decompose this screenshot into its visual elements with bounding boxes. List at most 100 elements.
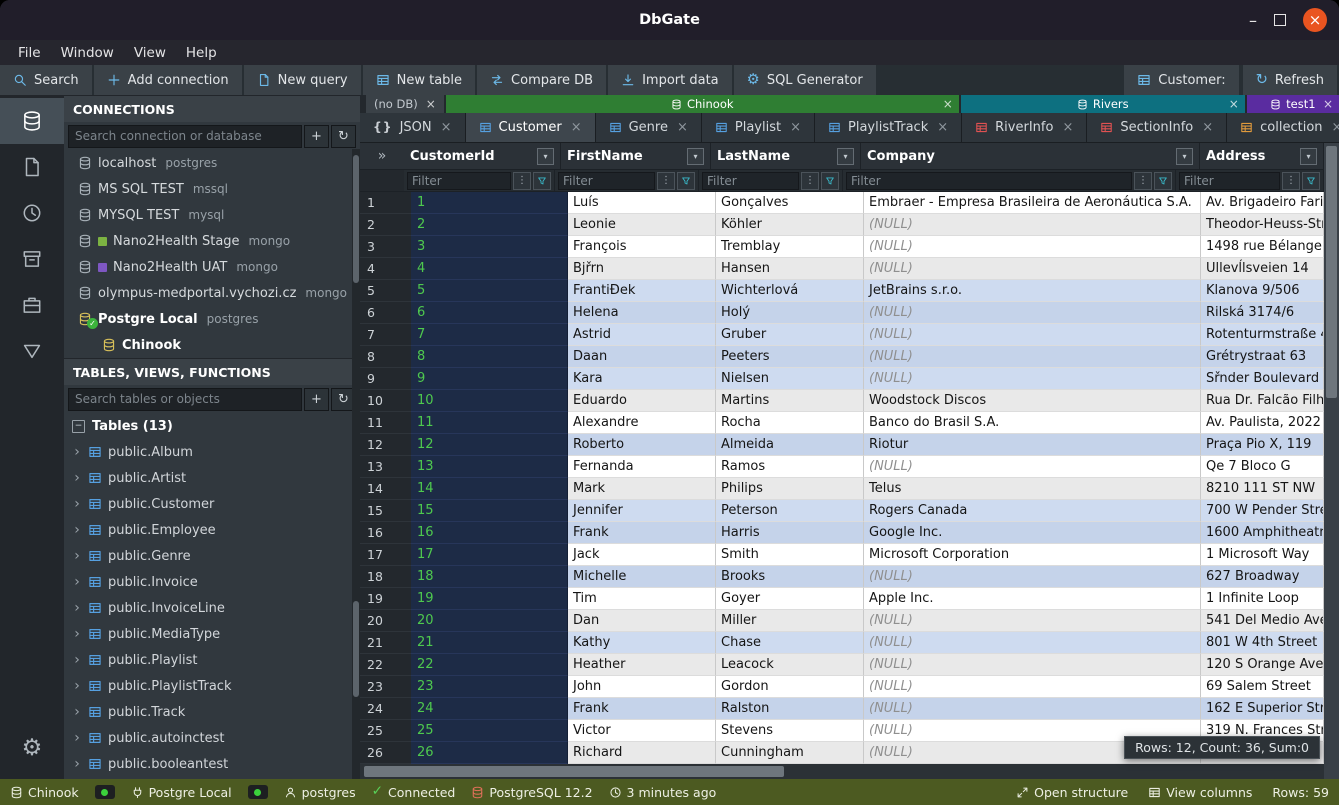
row-number[interactable]: 15 (360, 500, 411, 522)
filter-input-firstname[interactable] (558, 172, 655, 190)
cell[interactable]: 120 S Orange Ave (1201, 654, 1324, 676)
cell-primary-key[interactable]: 20 (411, 610, 568, 632)
row-number[interactable]: 1 (360, 192, 411, 214)
cell-primary-key[interactable]: 15 (411, 500, 568, 522)
table-public-track[interactable]: ›public.Track (64, 699, 360, 725)
row-number[interactable]: 11 (360, 412, 411, 434)
expand-chevron-icon[interactable]: › (72, 574, 82, 590)
filter-input-customerid[interactable] (407, 172, 511, 190)
cell[interactable]: Bjřrn (568, 258, 716, 280)
cell-primary-key[interactable]: 23 (411, 676, 568, 698)
expand-chevron-icon[interactable]: › (72, 704, 82, 720)
expand-chevron-icon[interactable]: › (72, 548, 82, 564)
cell[interactable]: Gonçalves (716, 192, 864, 214)
connection-search-input[interactable] (68, 125, 302, 148)
cell[interactable]: Ramos (716, 456, 864, 478)
column-header-lastname[interactable]: LastName▾ (711, 143, 861, 169)
cell[interactable]: Grétrystraat 63 (1201, 346, 1324, 368)
cell[interactable]: Miller (716, 610, 864, 632)
close-icon[interactable]: × (943, 97, 953, 111)
cell[interactable]: 1600 Amphitheatre Parkw (1201, 522, 1324, 544)
cell[interactable]: Victor (568, 720, 716, 742)
cell[interactable]: Martins (716, 390, 864, 412)
row-number[interactable]: 19 (360, 588, 411, 610)
cell[interactable]: Apple Inc. (864, 588, 1201, 610)
funnel-icon[interactable] (1154, 172, 1172, 190)
table-public-employee[interactable]: ›public.Employee (64, 517, 360, 543)
cell[interactable]: Hansen (716, 258, 864, 280)
row-number[interactable]: 9 (360, 368, 411, 390)
cell[interactable]: Banco do Brasil S.A. (864, 412, 1201, 434)
connection-mysql-test[interactable]: MYSQL TESTmysql (64, 202, 360, 228)
cell[interactable]: Wichterlová (716, 280, 864, 302)
cell[interactable]: Köhler (716, 214, 864, 236)
cell[interactable]: Peeters (716, 346, 864, 368)
column-dropdown-icon[interactable]: ▾ (1300, 148, 1317, 165)
row-number[interactable]: 8 (360, 346, 411, 368)
filter-menu-icon[interactable]: ⋮ (801, 172, 819, 190)
cell[interactable]: Leonie (568, 214, 716, 236)
cell[interactable]: Chase (716, 632, 864, 654)
cell[interactable]: Fernanda (568, 456, 716, 478)
cell[interactable]: Sřnder Boulevard 51 (1201, 368, 1324, 390)
add-object-button[interactable]: + (304, 388, 329, 411)
cell-primary-key[interactable]: 13 (411, 456, 568, 478)
row-number[interactable]: 5 (360, 280, 411, 302)
refresh-connections-button[interactable]: ↻ (331, 125, 356, 148)
cell[interactable]: Eduardo (568, 390, 716, 412)
cell[interactable]: Brooks (716, 566, 864, 588)
menu-help[interactable]: Help (176, 43, 227, 63)
expand-chevron-icon[interactable]: › (72, 522, 82, 538)
cell[interactable]: 69 Salem Street (1201, 676, 1324, 698)
cell[interactable]: Heather (568, 654, 716, 676)
cell[interactable]: 627 Broadway (1201, 566, 1324, 588)
table-search-input[interactable] (68, 388, 302, 411)
tab-playlist[interactable]: Playlist× (702, 113, 815, 142)
rail-connections[interactable] (0, 98, 64, 144)
cell-primary-key[interactable]: 19 (411, 588, 568, 610)
cell[interactable]: Gruber (716, 324, 864, 346)
table-public-booleantest[interactable]: ›public.booleantest (64, 751, 360, 777)
cell[interactable]: Harris (716, 522, 864, 544)
cell[interactable]: (NULL) (864, 214, 1201, 236)
tab-json[interactable]: {}JSON× (360, 113, 466, 142)
cell[interactable]: Astrid (568, 324, 716, 346)
cell-primary-key[interactable]: 25 (411, 720, 568, 742)
rail-query-history[interactable] (0, 190, 64, 236)
cell[interactable]: (NULL) (864, 654, 1201, 676)
row-number[interactable]: 22 (360, 654, 411, 676)
cell[interactable]: Jack (568, 544, 716, 566)
scrollbar-thumb[interactable] (364, 766, 784, 777)
toolbar-add-connection[interactable]: Add connection (94, 65, 244, 95)
menu-file[interactable]: File (8, 43, 51, 63)
cell[interactable]: Av. Brigadeiro Faria Lima, 2 (1201, 192, 1324, 214)
cell[interactable]: (NULL) (864, 368, 1201, 390)
close-icon[interactable]: × (1062, 120, 1073, 135)
column-header-company[interactable]: Company▾ (861, 143, 1200, 169)
rail-saved-files[interactable] (0, 144, 64, 190)
cell-primary-key[interactable]: 1 (411, 192, 568, 214)
cell[interactable]: Smith (716, 544, 864, 566)
cell[interactable]: Google Inc. (864, 522, 1201, 544)
expand-chevron-icon[interactable]: › (72, 470, 82, 486)
cell[interactable]: Kathy (568, 632, 716, 654)
connection-nano2health-stage[interactable]: Nano2Health Stagemongo (64, 228, 360, 254)
cell[interactable]: Tim (568, 588, 716, 610)
vertical-scrollbar[interactable] (1324, 143, 1339, 779)
cell-primary-key[interactable]: 8 (411, 346, 568, 368)
cell-primary-key[interactable]: 5 (411, 280, 568, 302)
expand-chevron-icon[interactable]: › (72, 444, 82, 460)
cell[interactable]: Rilská 3174/6 (1201, 302, 1324, 324)
expand-chevron-icon[interactable]: › (72, 600, 82, 616)
cell-primary-key[interactable]: 9 (411, 368, 568, 390)
toolbar-sql-generator[interactable]: ⚙SQL Generator (734, 65, 878, 95)
cell[interactable]: (NULL) (864, 456, 1201, 478)
cell[interactable]: Helena (568, 302, 716, 324)
cell[interactable]: Riotur (864, 434, 1201, 456)
table-public-playlist[interactable]: ›public.Playlist (64, 647, 360, 673)
row-number[interactable]: 20 (360, 610, 411, 632)
db-tab-no-db[interactable]: (no DB)× (366, 95, 444, 113)
cell[interactable]: Dan (568, 610, 716, 632)
row-number[interactable]: 14 (360, 478, 411, 500)
column-dropdown-icon[interactable]: ▾ (837, 148, 854, 165)
